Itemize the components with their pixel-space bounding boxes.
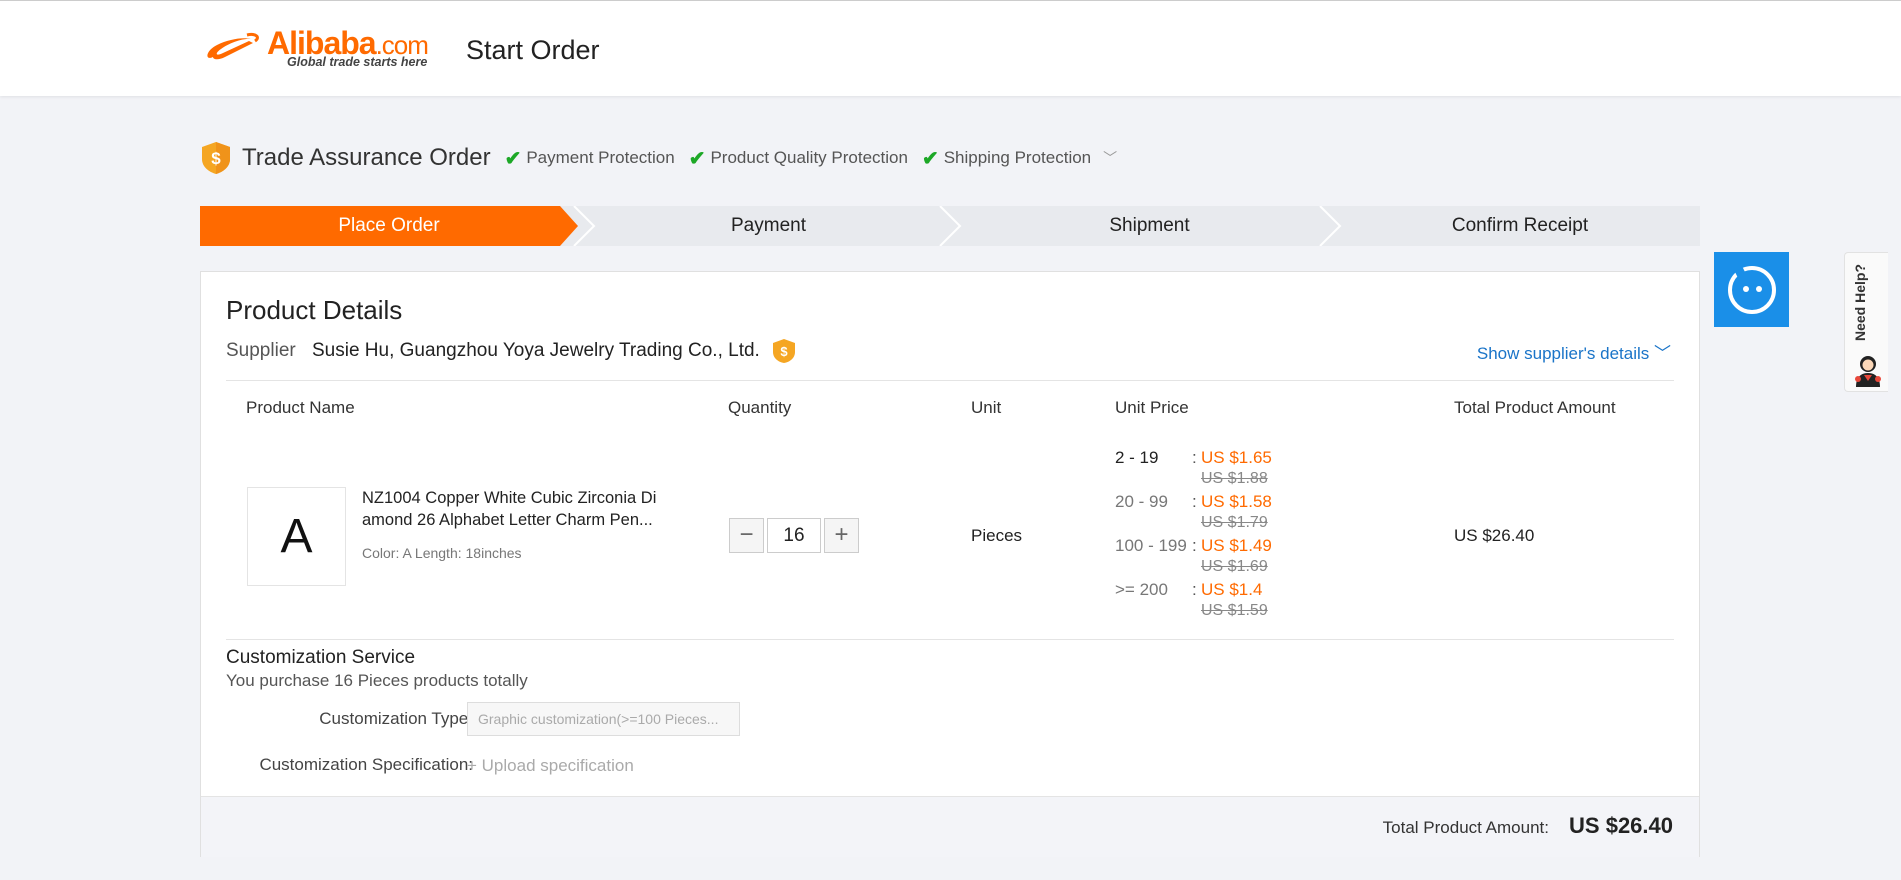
trade-assurance-row: $ Trade Assurance Order ✔ Payment Protect… (200, 140, 1117, 176)
alibaba-logo-icon (207, 33, 259, 60)
customization-type-label: Customization Type: (319, 709, 473, 728)
product-thumbnail[interactable]: A (247, 487, 346, 586)
tier-old-price: US $1.59 (1201, 602, 1268, 619)
total-value: US $26.40 (1569, 813, 1673, 838)
tier-price: US $1.58 (1201, 492, 1272, 511)
tier-old-price: US $1.88 (1201, 470, 1268, 487)
product-total-value: US $26.40 (1454, 526, 1535, 545)
page-title: Start Order (466, 35, 600, 65)
col-quantity: Quantity (728, 398, 792, 417)
tier-old-price: US $1.69 (1201, 558, 1268, 575)
tier-range: >= 200 (1115, 580, 1168, 599)
logo-tagline: Global trade starts here (287, 55, 428, 69)
tier-price: US $1.65 (1201, 448, 1272, 467)
show-supplier-details-link[interactable]: Show supplier's details ﹀ (1477, 339, 1671, 364)
col-total-amount: Total Product Amount (1454, 398, 1616, 417)
customization-type-select[interactable]: Graphic customization(>=100 Pieces... (467, 702, 740, 736)
tier-range: 2 - 19 (1115, 448, 1159, 467)
shield-dollar-icon: $ (202, 142, 230, 174)
step-payment: Payment (731, 215, 806, 236)
divider (226, 380, 1674, 381)
chat-bot-icon (1728, 266, 1776, 314)
product-name-link[interactable]: NZ1004 Copper White Cubic Zirconia Di am… (362, 487, 682, 531)
check-icon: ✔ (688, 147, 706, 170)
col-product-name: Product Name (246, 398, 355, 417)
total-bar: Total Product Amount: US $26.40 (201, 796, 1699, 857)
svg-text:$: $ (780, 344, 788, 359)
section-title: Product Details (226, 295, 403, 325)
customization-spec-label: Customization Specification: (259, 755, 473, 774)
protection-shipping: ✔ Shipping Protection (921, 147, 1092, 170)
trade-assurance-title: Trade Assurance Order (242, 144, 491, 171)
trade-assurance-badge-icon: $ (773, 339, 795, 363)
step-place-order: Place Order (200, 206, 578, 246)
product-details-card: Product Details Supplier Susie Hu, Guang… (200, 271, 1700, 857)
divider (226, 639, 1674, 640)
step-confirm-receipt: Confirm Receipt (1451, 215, 1589, 236)
protection-payment: ✔ Payment Protection (504, 147, 675, 170)
quantity-decrement-button[interactable]: − (729, 518, 764, 553)
upload-specification-button[interactable]: + Upload specification (467, 756, 634, 776)
tier-range: 20 - 99 (1115, 492, 1168, 511)
col-unit: Unit (971, 398, 1002, 417)
quantity-increment-button[interactable]: + (824, 518, 859, 553)
check-icon: ✔ (921, 147, 939, 170)
svg-text:$: $ (211, 149, 221, 168)
customization-subtitle: You purchase 16 Pieces products totally (226, 671, 528, 690)
unit-value: Pieces (971, 526, 1023, 545)
tier-price: US $1.4 (1201, 580, 1263, 599)
supplier-label: Supplier (226, 340, 296, 361)
chevron-down-icon: ﹀ (1654, 344, 1671, 363)
supplier-name: Susie Hu, Guangzhou Yoya Jewelry Trading… (312, 340, 760, 361)
protection-quality: ✔ Product Quality Protection (688, 147, 908, 170)
top-header: Alibaba.com Global trade starts here Sta… (0, 0, 1901, 96)
need-help-label: Need Help? (1852, 263, 1868, 341)
customization-title: Customization Service (226, 647, 416, 668)
need-help-tab[interactable]: Need Help? (1844, 252, 1888, 392)
step-shipment: Shipment (1109, 215, 1190, 236)
tier-range: 100 - 199 (1115, 536, 1187, 555)
support-agent-icon (1855, 356, 1881, 387)
tier-old-price: US $1.79 (1201, 514, 1268, 531)
chevron-down-icon[interactable]: ﹀ (1103, 148, 1117, 168)
product-attributes: Color: A Length: 18inches (362, 545, 522, 561)
alibaba-logo[interactable]: Alibaba.com Global trade starts here (203, 25, 443, 71)
quantity-input[interactable]: 16 (767, 518, 821, 553)
total-label: Total Product Amount: (1382, 818, 1549, 837)
tier-price: US $1.49 (1201, 536, 1272, 555)
check-icon: ✔ (504, 147, 522, 170)
order-steps: Place Order Payment Shipment Confirm Rec… (200, 206, 1700, 246)
col-unit-price: Unit Price (1115, 398, 1189, 417)
chat-button[interactable] (1714, 252, 1789, 327)
